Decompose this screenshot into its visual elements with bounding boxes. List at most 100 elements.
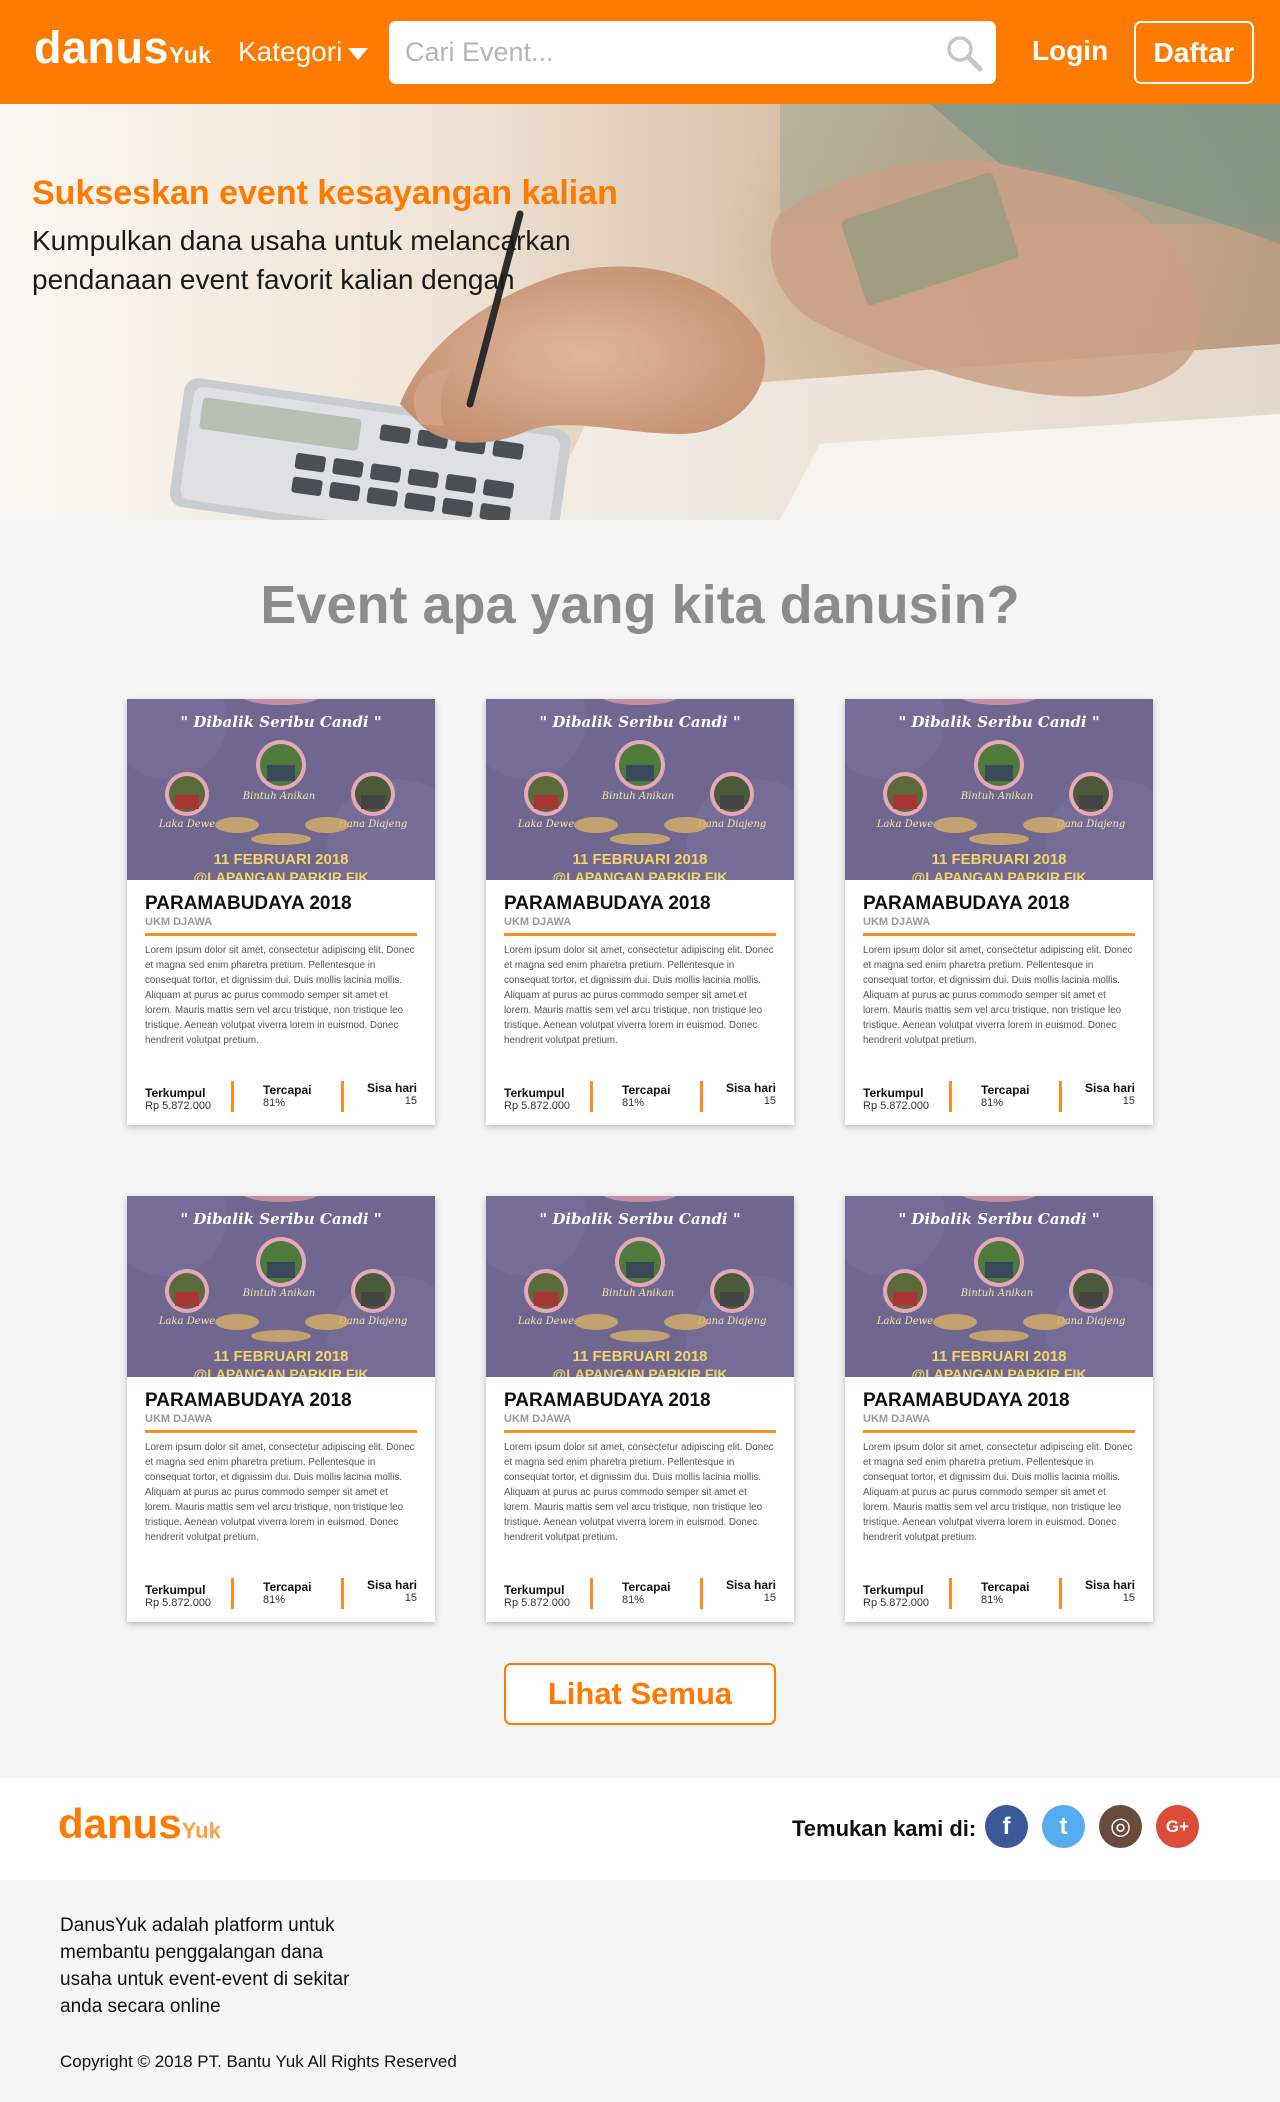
stat-label: Terkumpul: [504, 1583, 565, 1597]
stat-value: 81%: [981, 1097, 1004, 1109]
instagram-icon[interactable]: ◎: [1099, 1805, 1142, 1848]
stat-label: Tercapai: [263, 1580, 312, 1594]
poster-name: Laka Dewe: [876, 819, 933, 830]
poster-name: Bintuh Anikan: [960, 791, 1033, 802]
stat-value: 81%: [263, 1097, 286, 1109]
event-organizer: UKM DJAWA: [504, 1413, 572, 1425]
stat-separator: [949, 1081, 952, 1112]
stat-value: Rp 5.872.000: [145, 1100, 212, 1112]
event-poster[interactable]: " Dibalik Seribu Candi " Bintuh Anikan L…: [845, 699, 1153, 880]
stat-value: 81%: [622, 1097, 645, 1109]
event-organizer: UKM DJAWA: [145, 1413, 213, 1425]
poster-date: 11 FEBRUARI 2018: [213, 851, 348, 868]
stat-value: Rp 5.872.000: [863, 1100, 930, 1112]
event-title[interactable]: PARAMABUDAYA 2018: [504, 893, 776, 915]
poster-date: 11 FEBRUARI 2018: [213, 1348, 348, 1365]
divider: [504, 1430, 776, 1433]
stat-value: 15: [404, 1592, 417, 1604]
event-title[interactable]: PARAMABUDAYA 2018: [145, 893, 417, 915]
chevron-down-icon: [348, 47, 369, 60]
stat-separator: [700, 1578, 703, 1609]
poster-name: Laka Dewe: [158, 1316, 215, 1327]
event-card[interactable]: " Dibalik Seribu Candi " Bintuh Anikan L…: [845, 699, 1153, 1125]
event-poster[interactable]: " Dibalik Seribu Candi " Bintuh Anikan L…: [127, 1196, 435, 1377]
stat-sisa-hari: Sisa hari 15: [1085, 1578, 1135, 1604]
card-body: PARAMABUDAYA 2018 UKM DJAWA Lorem ipsum …: [145, 1390, 417, 1546]
section-title: Event apa yang kita danusin?: [260, 575, 1020, 635]
search-input[interactable]: [389, 21, 909, 84]
divider: [504, 933, 776, 936]
event-description: Lorem ipsum dolor sit amet, consectetur …: [863, 945, 1133, 1046]
kategori-dropdown[interactable]: Kategori: [238, 36, 369, 68]
stat-label: Terkumpul: [504, 1086, 565, 1100]
stat-value: 15: [763, 1592, 776, 1604]
card-body: PARAMABUDAYA 2018 UKM DJAWA Lorem ipsum …: [863, 893, 1135, 1049]
stat-value: Rp 5.872.000: [504, 1100, 571, 1112]
stat-terkumpul: Terkumpul Rp 5.872.000: [863, 1583, 929, 1609]
find-us-label: Temukan kami di:: [792, 1816, 977, 1841]
stat-tercapai: Tercapai 81%: [622, 1083, 670, 1109]
stat-label: Sisa hari: [725, 1081, 776, 1095]
event-description: Lorem ipsum dolor sit amet, consectetur …: [145, 1442, 415, 1543]
event-stats: Terkumpul Rp 5.872.000 Tercapai 81% Sisa…: [863, 1081, 1135, 1115]
twitter-icon[interactable]: t: [1042, 1805, 1085, 1848]
event-organizer: UKM DJAWA: [145, 916, 213, 928]
stat-label: Tercapai: [263, 1083, 312, 1097]
stat-label: Tercapai: [622, 1580, 671, 1594]
stat-label: Tercapai: [622, 1083, 671, 1097]
logo-main: danus: [34, 22, 170, 73]
event-card[interactable]: " Dibalik Seribu Candi " Bintuh Anikan L…: [127, 699, 435, 1125]
daftar-button[interactable]: Daftar: [1134, 21, 1254, 84]
stat-value: 15: [404, 1095, 417, 1107]
event-organizer: UKM DJAWA: [863, 1413, 931, 1425]
login-link[interactable]: Login: [1032, 35, 1108, 67]
event-card[interactable]: " Dibalik Seribu Candi " Bintuh Anikan L…: [486, 699, 794, 1125]
poster-date: 11 FEBRUARI 2018: [572, 851, 707, 868]
search-icon[interactable]: [944, 33, 984, 73]
stat-label: Terkumpul: [145, 1583, 206, 1597]
poster-venue: @LAPANGAN PARKIR FIK: [194, 1366, 369, 1377]
stat-label: Terkumpul: [863, 1086, 924, 1100]
event-stats: Terkumpul Rp 5.872.000 Tercapai 81% Sisa…: [504, 1081, 776, 1115]
poster-name: Laka Dewe: [517, 819, 574, 830]
lihat-semua-button[interactable]: Lihat Semua: [504, 1663, 776, 1725]
event-title[interactable]: PARAMABUDAYA 2018: [504, 1390, 776, 1412]
stat-separator: [1059, 1578, 1062, 1609]
card-body: PARAMABUDAYA 2018 UKM DJAWA Lorem ipsum …: [863, 1390, 1135, 1546]
hero-banner: Sukseskan event kesayangan kalian Kumpul…: [0, 104, 1280, 520]
event-poster[interactable]: " Dibalik Seribu Candi " Bintuh Anikan L…: [127, 699, 435, 880]
stat-separator: [1059, 1081, 1062, 1112]
event-description: Lorem ipsum dolor sit amet, consectetur …: [504, 945, 774, 1046]
navbar: danusYuk Kategori Login Daftar: [0, 0, 1280, 104]
stat-sisa-hari: Sisa hari 15: [726, 1578, 776, 1604]
stat-terkumpul: Terkumpul Rp 5.872.000: [504, 1086, 570, 1112]
stat-tercapai: Tercapai 81%: [263, 1083, 311, 1109]
event-title[interactable]: PARAMABUDAYA 2018: [863, 1390, 1135, 1412]
stat-value: 15: [1122, 1095, 1135, 1107]
footer-logo[interactable]: danusYuk: [58, 1800, 221, 1848]
stat-separator: [590, 1578, 593, 1609]
event-card[interactable]: " Dibalik Seribu Candi " Bintuh Anikan L…: [845, 1196, 1153, 1622]
stat-value: 81%: [263, 1594, 286, 1606]
hero-image: [169, 104, 1280, 520]
stat-value: 81%: [622, 1594, 645, 1606]
event-card[interactable]: " Dibalik Seribu Candi " Bintuh Anikan L…: [127, 1196, 435, 1622]
event-poster[interactable]: " Dibalik Seribu Candi " Bintuh Anikan L…: [486, 1196, 794, 1377]
poster-name: Bintuh Anikan: [601, 791, 674, 802]
footer-logo-main: danus: [58, 1800, 182, 1847]
google-plus-icon[interactable]: G+: [1156, 1805, 1199, 1848]
stat-sisa-hari: Sisa hari 15: [367, 1578, 417, 1604]
event-description: Lorem ipsum dolor sit amet, consectetur …: [863, 1442, 1133, 1543]
logo[interactable]: danusYuk: [34, 22, 211, 74]
poster-name: Laka Dewe: [158, 819, 215, 830]
stat-value: 81%: [981, 1594, 1004, 1606]
poster-date: 11 FEBRUARI 2018: [931, 1348, 1066, 1365]
event-poster[interactable]: " Dibalik Seribu Candi " Bintuh Anikan L…: [486, 699, 794, 880]
stat-tercapai: Tercapai 81%: [981, 1580, 1029, 1606]
event-title[interactable]: PARAMABUDAYA 2018: [145, 1390, 417, 1412]
event-poster[interactable]: " Dibalik Seribu Candi " Bintuh Anikan L…: [845, 1196, 1153, 1377]
event-title[interactable]: PARAMABUDAYA 2018: [863, 893, 1135, 915]
facebook-icon[interactable]: f: [985, 1805, 1028, 1848]
event-card[interactable]: " Dibalik Seribu Candi " Bintuh Anikan L…: [486, 1196, 794, 1622]
logo-suffix: Yuk: [169, 42, 212, 68]
